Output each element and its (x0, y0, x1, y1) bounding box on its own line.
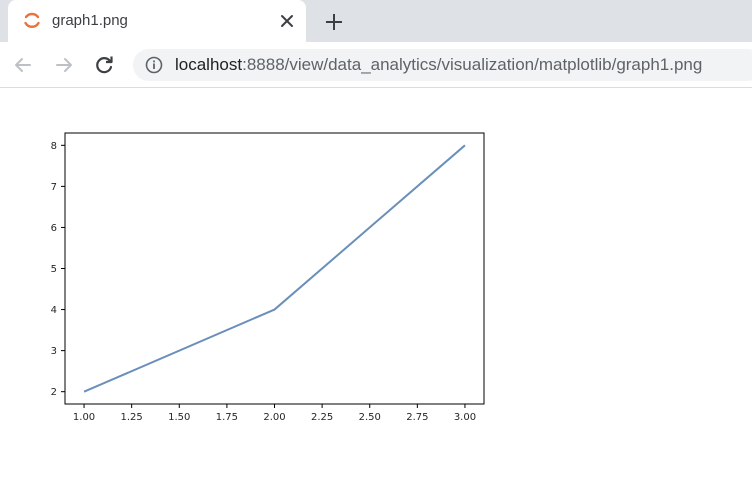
x-tick-label: 3.00 (454, 412, 476, 423)
close-icon[interactable] (277, 11, 297, 31)
new-tab-plus-icon[interactable] (322, 10, 346, 34)
browser-toolbar: localhost:8888/view/data_analytics/visua… (0, 42, 752, 88)
address-bar[interactable]: localhost:8888/view/data_analytics/visua… (133, 49, 752, 81)
plot-frame (64, 132, 485, 405)
y-tick-label: 8 (51, 141, 57, 152)
image-viewer: 2 3 4 5 6 7 8 1.00 1.25 1.50 1.75 2.00 2.25 2.50 2.75… (0, 88, 752, 485)
browser-tab[interactable]: graph1.png (8, 0, 306, 42)
tab-title: graph1.png (52, 12, 128, 29)
x-tick-label: 2.50 (359, 412, 381, 423)
forward-arrow-icon[interactable] (52, 53, 76, 77)
x-tick-label: 1.25 (121, 412, 143, 423)
tab-strip: graph1.png (0, 0, 752, 42)
y-tick-label: 4 (51, 305, 57, 316)
url-host: localhost (175, 55, 243, 74)
y-tick-label: 3 (51, 346, 57, 357)
info-icon[interactable] (145, 56, 163, 74)
loading-spinner-icon (24, 12, 40, 28)
x-axis: 1.00 1.25 1.50 1.75 2.00 2.25 2.50 2.75 3.00 (73, 404, 476, 423)
y-tick-label: 2 (51, 387, 57, 398)
x-tick-label: 2.25 (311, 412, 333, 423)
series-line (83, 144, 466, 393)
x-tick-label: 2.75 (406, 412, 428, 423)
x-tick-label: 2.00 (263, 412, 285, 423)
reload-icon[interactable] (92, 53, 116, 77)
back-arrow-icon[interactable] (11, 53, 35, 77)
y-tick-label: 6 (51, 223, 57, 234)
x-tick-label: 1.75 (216, 412, 238, 423)
y-tick-label: 5 (51, 264, 57, 275)
x-tick-label: 1.50 (168, 412, 190, 423)
url-path: :8888/view/data_analytics/visualization/… (242, 55, 703, 74)
y-axis: 2 3 4 5 6 7 8 (51, 141, 65, 398)
x-tick-label: 1.00 (73, 412, 95, 423)
line-chart: 2 3 4 5 6 7 8 1.00 1.25 1.50 1.75 2.00 2.25 2.50 2.75… (51, 132, 485, 423)
url-text[interactable]: localhost:8888/view/data_analytics/visua… (175, 55, 702, 75)
y-tick-label: 7 (51, 182, 57, 193)
